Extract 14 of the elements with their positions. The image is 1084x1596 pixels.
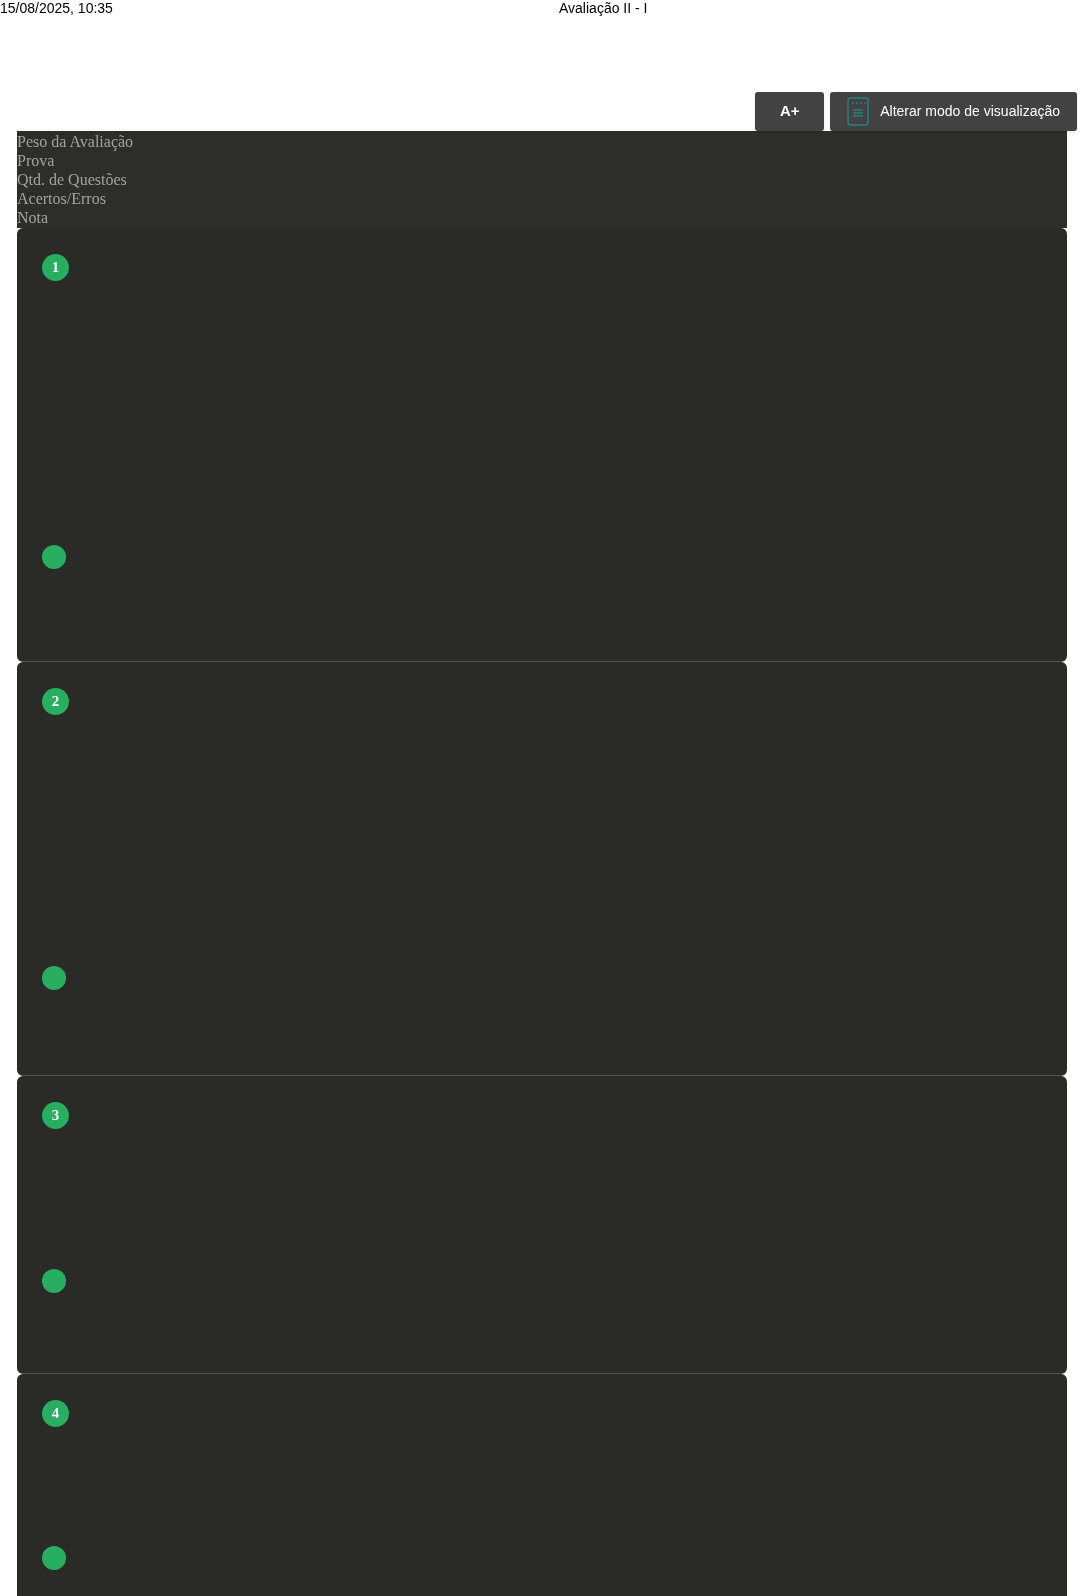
summary-label: Peso da Avaliação xyxy=(17,132,135,151)
summary-label: Prova xyxy=(17,151,56,170)
question-number: 3 xyxy=(42,1102,69,1129)
view-mode-button[interactable]: Alterar modo de visualização xyxy=(830,92,1077,131)
question-number: 4 xyxy=(42,1400,69,1427)
summary-label: Nota xyxy=(17,208,50,227)
summary-label: Acertos/Erros xyxy=(17,189,107,208)
document-icon xyxy=(847,97,870,126)
print-date: 15/08/2025, 10:35 xyxy=(0,0,114,15)
page-title: Avaliação II - I xyxy=(559,0,648,15)
question-number: 1 xyxy=(42,254,69,281)
question-number: 2 xyxy=(42,688,69,715)
font-size-button[interactable]: A+ xyxy=(755,92,825,131)
summary-label: Qtd. de Questões xyxy=(17,170,128,189)
